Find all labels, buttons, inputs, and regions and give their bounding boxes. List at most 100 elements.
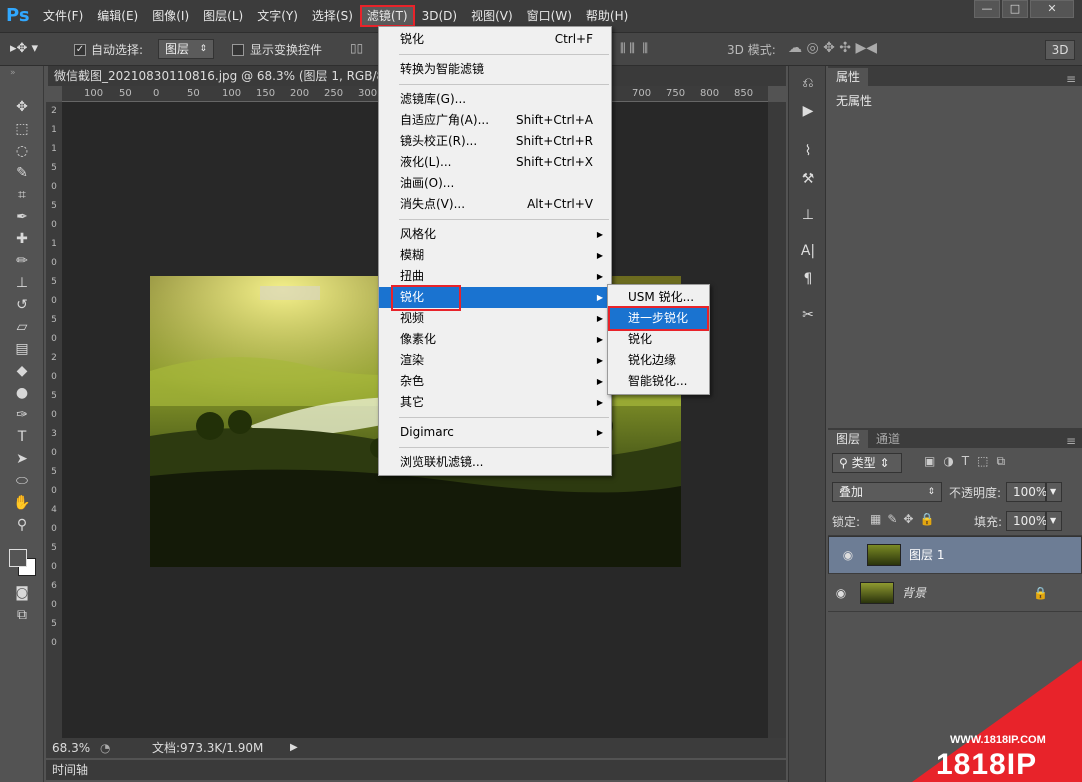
marquee-tool-icon[interactable]: ⬚ <box>8 118 36 140</box>
move-tool-icon[interactable]: ▸✥ ▾ <box>10 41 38 56</box>
pen-tool-icon[interactable]: ✑ <box>8 404 36 426</box>
screen-mode-icon[interactable]: ⧉ <box>8 604 36 626</box>
blur-tool-icon[interactable]: ◆ <box>8 360 36 382</box>
shape-tool-icon[interactable]: ⬭ <box>8 470 36 492</box>
menu-item-distort[interactable]: 扭曲 ▶ <box>379 266 611 287</box>
layer-kind-filter[interactable]: ⚲ 类型 ⇕ <box>832 453 902 473</box>
menu-filter[interactable]: 滤镜(T) <box>359 5 415 27</box>
quick-mask-icon[interactable]: ◙ <box>8 582 36 604</box>
layer-row[interactable]: ◉ 背景 🔒 <box>828 574 1082 612</box>
menu-item-digimarc[interactable]: Digimarc ▶ <box>379 422 611 443</box>
menu-image[interactable]: 图像(I) <box>145 5 196 27</box>
menu-layer[interactable]: 图层(L) <box>196 5 250 27</box>
opacity-input[interactable]: 100% <box>1006 482 1047 502</box>
menu-view[interactable]: 视图(V) <box>464 5 520 27</box>
menu-item-sharpen[interactable]: 锐化 ▶ <box>379 285 611 311</box>
menu-item-render[interactable]: 渲染 ▶ <box>379 350 611 371</box>
history-brush-icon[interactable]: ↺ <box>8 294 36 316</box>
submenu-item-sharpen-more[interactable]: 进一步锐化 <box>608 306 709 331</box>
3d-workspace-button[interactable]: 3D <box>1045 40 1075 60</box>
submenu-item-smart-sharpen[interactable]: 智能锐化... <box>608 371 709 392</box>
menu-file[interactable]: 文件(F) <box>36 5 90 27</box>
lock-icons[interactable]: ▦✎✥🔒 <box>870 512 940 526</box>
minimize-button[interactable]: — <box>974 0 1000 18</box>
menu-window[interactable]: 窗口(W) <box>520 5 579 27</box>
layer-name[interactable]: 背景 <box>902 584 926 601</box>
auto-select-dropdown[interactable]: 图层 ⇕ <box>158 39 214 59</box>
menu-item-vanishing-point[interactable]: 消失点(V)... Alt+Ctrl+V <box>379 194 611 215</box>
timeline-panel[interactable]: 时间轴 <box>46 760 786 780</box>
menu-select[interactable]: 选择(S) <box>305 5 360 27</box>
dodge-tool-icon[interactable]: ● <box>8 382 36 404</box>
vertical-scrollbar[interactable] <box>768 102 786 738</box>
fill-input[interactable]: 100% <box>1006 511 1047 531</box>
auto-select-checkbox[interactable]: ✓ <box>74 42 86 56</box>
status-options-icon[interactable]: ◔ <box>100 738 110 758</box>
clone-source-icon[interactable]: ⊥ <box>795 204 821 226</box>
path-select-icon[interactable]: ➤ <box>8 448 36 470</box>
tab-layers[interactable]: 图层 <box>828 430 869 448</box>
visibility-eye-icon[interactable]: ◉ <box>835 546 861 564</box>
hand-tool-icon[interactable]: ✋ <box>8 492 36 514</box>
panel-menu-icon[interactable]: ≡ <box>1066 72 1082 86</box>
align-icon[interactable]: ▯▯ <box>350 41 363 55</box>
menu-item-video[interactable]: 视频 ▶ <box>379 308 611 329</box>
filter-type-icons[interactable]: ▣◑T⬚⧉ <box>924 454 1013 469</box>
layer-row[interactable]: ◉ 图层 1 <box>828 536 1082 574</box>
layer-name[interactable]: 图层 1 <box>909 546 944 564</box>
visibility-eye-icon[interactable]: ◉ <box>828 586 854 600</box>
menu-item-adaptive-wide-angle[interactable]: 自适应广角(A)... Shift+Ctrl+A <box>379 110 611 131</box>
tab-channels[interactable]: 通道 <box>868 430 909 448</box>
menu-item-last-filter[interactable]: 锐化 Ctrl+F <box>379 29 611 50</box>
maximize-button[interactable]: □ <box>1002 0 1028 18</box>
healing-brush-icon[interactable]: ✚ <box>8 228 36 250</box>
paragraph-icon[interactable]: ¶ <box>795 268 821 290</box>
submenu-item-sharpen-edges[interactable]: 锐化边缘 <box>608 350 709 371</box>
distribute-icons[interactable]: ⫼ ⫼ ⫼ <box>620 41 648 56</box>
zoom-level[interactable]: 68.3% <box>52 738 90 758</box>
status-arrow-icon[interactable]: ▶ <box>290 738 298 758</box>
menu-item-stylize[interactable]: 风格化 ▶ <box>379 224 611 245</box>
lasso-tool-icon[interactable]: ◌ <box>8 140 36 162</box>
menu-type[interactable]: 文字(Y) <box>250 5 305 27</box>
color-swatches[interactable] <box>0 542 43 582</box>
menu-item-oil-paint[interactable]: 油画(O)... <box>379 173 611 194</box>
menu-item-liquify[interactable]: 液化(L)... Shift+Ctrl+X <box>379 152 611 173</box>
menu-item-browse-online-filters[interactable]: 浏览联机滤镜... <box>379 452 611 473</box>
close-button[interactable]: ✕ <box>1030 0 1074 18</box>
stamp-tool-icon[interactable]: ⊥ <box>8 272 36 294</box>
menu-item-filter-gallery[interactable]: 滤镜库(G)... <box>379 89 611 110</box>
actions-play-icon[interactable]: ▶ <box>795 100 821 122</box>
menu-edit[interactable]: 编辑(E) <box>90 5 145 27</box>
brush-presets-icon[interactable]: ⌇ <box>795 140 821 162</box>
menu-item-noise[interactable]: 杂色 ▶ <box>379 371 611 392</box>
menu-item-other[interactable]: 其它 ▶ <box>379 392 611 413</box>
panel-menu-icon[interactable]: ≡ <box>1066 434 1082 448</box>
tab-properties[interactable]: 属性 <box>828 68 869 86</box>
menu-item-lens-correction[interactable]: 镜头校正(R)... Shift+Ctrl+R <box>379 131 611 152</box>
menu-item-pixelate[interactable]: 像素化 ▶ <box>379 329 611 350</box>
brush-panel-icon[interactable]: ⚒ <box>795 168 821 190</box>
foreground-color-swatch[interactable] <box>9 549 27 567</box>
character-icon[interactable]: A| <box>795 240 821 262</box>
move-tool-icon[interactable]: ✥ <box>8 96 36 118</box>
menu-item-convert-smart-filter[interactable]: 转换为智能滤镜 <box>379 59 611 80</box>
history-icon[interactable]: ⎌ <box>795 72 821 94</box>
blend-mode-dropdown[interactable]: 叠加 ⇕ <box>832 482 942 502</box>
show-transform-checkbox[interactable] <box>232 42 244 56</box>
crop-tool-icon[interactable]: ⌗ <box>8 184 36 206</box>
3d-mode-icons[interactable]: ☁ ◎ ✥ ✣ ▶◀ <box>788 40 877 56</box>
eyedropper-tool-icon[interactable]: ✒ <box>8 206 36 228</box>
fill-dropdown-icon[interactable]: ▼ <box>1046 511 1062 531</box>
type-tool-icon[interactable]: T <box>8 426 36 448</box>
quick-select-tool-icon[interactable]: ✎ <box>8 162 36 184</box>
panel-collapse-icon[interactable]: » <box>0 66 43 96</box>
eraser-tool-icon[interactable]: ▱ <box>8 316 36 338</box>
zoom-tool-icon[interactable]: ⚲ <box>8 514 36 536</box>
menu-3d[interactable]: 3D(D) <box>415 5 464 27</box>
opacity-dropdown-icon[interactable]: ▼ <box>1046 482 1062 502</box>
submenu-item-sharpen[interactable]: 锐化 <box>608 329 709 350</box>
menu-item-blur[interactable]: 模糊 ▶ <box>379 245 611 266</box>
gradient-tool-icon[interactable]: ▤ <box>8 338 36 360</box>
tool-presets-icon[interactable]: ✂ <box>795 304 821 326</box>
